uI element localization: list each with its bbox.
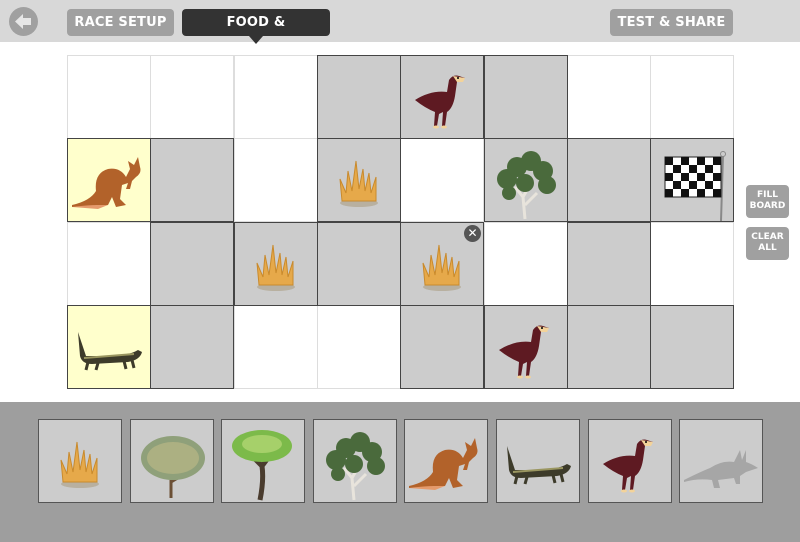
acacia-tree-icon [140, 436, 205, 498]
board-cell-r2-c6[interactable] [484, 138, 568, 222]
board-cell-r3-c8[interactable] [650, 222, 734, 306]
race-board: ✕ [67, 55, 734, 389]
board-cell-r3-c5[interactable]: ✕ [400, 222, 484, 306]
board-cell-r3-c3[interactable] [234, 222, 318, 306]
board-cell-r2-c7[interactable] [567, 138, 651, 222]
board-cell-r1-c2[interactable] [150, 55, 234, 139]
board-cell-r2-c1[interactable] [67, 138, 151, 222]
item-tray [0, 402, 800, 542]
clear-all-label-line1: CLEAR [751, 232, 784, 242]
finish-flag-icon [664, 151, 726, 221]
board-cell-r4-c1[interactable] [67, 305, 151, 389]
tray-item-acacia-tree[interactable] [129, 419, 214, 503]
board-cell-r4-c7[interactable] [567, 305, 651, 389]
board-cell-r1-c5[interactable] [400, 55, 484, 139]
gum-tree-icon [497, 151, 556, 220]
tray-item-gum-tree[interactable] [312, 419, 397, 503]
eagle-icon [602, 439, 653, 493]
fill-board-label-line1: FILL [757, 190, 778, 200]
board-cell-r1-c1[interactable] [67, 55, 151, 139]
board-cell-r4-c4[interactable] [317, 305, 401, 389]
board-cell-r4-c2[interactable] [150, 305, 234, 389]
board-cell-r4-c3[interactable] [234, 305, 318, 389]
tray-item-bilby[interactable] [679, 419, 764, 503]
bilby-icon [684, 450, 759, 488]
board-cell-r2-c4[interactable] [317, 138, 401, 222]
eagle-icon [499, 325, 549, 379]
green-tree-icon [232, 430, 293, 501]
grass-icon [60, 441, 99, 488]
kangaroo-icon [409, 438, 478, 490]
clear-all-label-line2: ALL [758, 243, 777, 253]
test-and-share-button[interactable]: TEST & SHARE [610, 9, 733, 36]
board-cell-r4-c8[interactable] [650, 305, 734, 389]
board-cell-r1-c6[interactable] [484, 55, 568, 139]
grass-icon [256, 244, 295, 291]
tab-food-and-predators[interactable]: FOOD & PREDATORS [182, 9, 330, 57]
tray-item-thorny-devil[interactable] [496, 419, 580, 503]
tab-race-setup[interactable]: RACE SETUP [67, 9, 174, 36]
arrow-left-icon [15, 14, 31, 29]
board-cell-r1-c7[interactable] [567, 55, 651, 139]
board-cell-r2-c2[interactable] [150, 138, 234, 222]
board-cell-r3-c7[interactable] [567, 222, 651, 306]
board-cell-r1-c8[interactable] [650, 55, 734, 139]
board-cell-r2-c3[interactable] [234, 138, 318, 222]
eagle-icon [415, 75, 465, 129]
grass-icon [339, 160, 378, 207]
clear-all-button[interactable]: CLEAR ALL [746, 227, 789, 260]
fill-board-label-line2: BOARD [749, 201, 786, 211]
board-cell-r3-c2[interactable] [150, 222, 234, 306]
kangaroo-icon [72, 157, 141, 209]
fill-board-button[interactable]: FILL BOARD [746, 185, 789, 218]
board-cell-r3-c4[interactable] [317, 222, 401, 306]
gum-tree-icon [325, 432, 385, 501]
tray-item-green-tree[interactable] [221, 419, 306, 503]
tray-item-kangaroo[interactable] [404, 419, 489, 503]
tray-item-eagle[interactable] [587, 419, 672, 503]
board-cell-r1-c3[interactable] [234, 55, 318, 139]
board-cell-r4-c5[interactable] [400, 305, 484, 389]
board-cell-r2-c5[interactable] [400, 138, 484, 222]
thorny-devil-icon [507, 446, 571, 485]
tray-item-grass[interactable] [38, 419, 122, 503]
thorny-devil-icon [78, 332, 142, 371]
close-circle-icon[interactable]: ✕ [464, 225, 481, 242]
board-cell-r4-c6[interactable] [484, 305, 568, 389]
top-bar: RACE SETUP FOOD & PREDATORS TEST & SHARE [0, 0, 800, 57]
board-cell-r3-c6[interactable] [484, 222, 568, 306]
board-cell-r3-c1[interactable] [67, 222, 151, 306]
back-button[interactable] [9, 7, 38, 36]
board-cell-r2-c8[interactable] [650, 138, 734, 222]
board-cell-r1-c4[interactable] [317, 55, 401, 139]
